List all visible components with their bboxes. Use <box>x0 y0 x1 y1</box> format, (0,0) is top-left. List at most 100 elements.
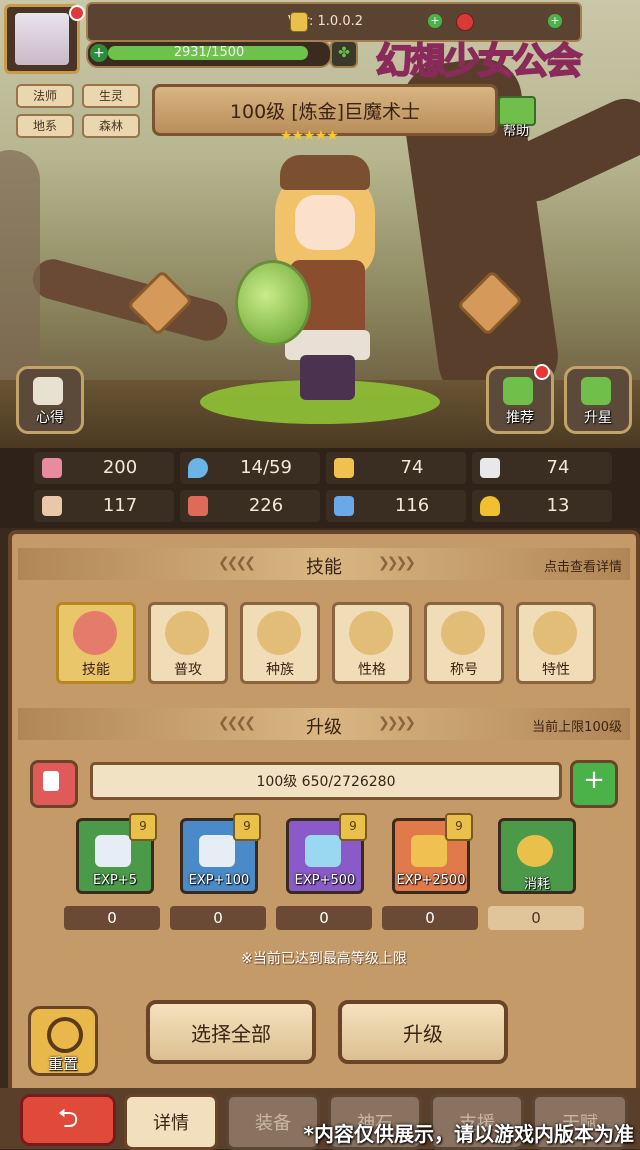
avatar-portrait <box>15 13 69 65</box>
skills-title: 技能 <box>306 557 342 578</box>
hero-sprite[interactable] <box>235 150 405 400</box>
item-count: 0 <box>276 906 372 930</box>
wing-icon <box>480 458 500 478</box>
item-badge: 9 <box>233 813 261 841</box>
refresh-icon <box>47 1017 83 1053</box>
select-all-label: 选择全部 <box>191 1022 271 1046</box>
level-progress-bar: 100级 650/2726280 <box>90 762 562 800</box>
stat-value: 116 <box>394 495 430 516</box>
skill-button-skill[interactable]: 技能 <box>56 602 136 684</box>
clover-icon[interactable]: ✤ <box>330 40 358 68</box>
select-all-button[interactable]: 选择全部 <box>146 1000 316 1064</box>
item-badge: 9 <box>445 813 473 841</box>
thumbs-up-icon <box>503 377 533 405</box>
stat-mp: 14/59 <box>180 452 320 484</box>
coin-icon <box>290 12 308 32</box>
chevron-right-icon: ❯❯❯❯ <box>378 715 416 731</box>
cost-count: 0 <box>488 906 584 930</box>
upgrade-button[interactable]: 升级 <box>338 1000 508 1064</box>
item-count: 0 <box>170 906 266 930</box>
level-cap-text: 当前上限100级 <box>532 720 622 735</box>
skill-button-attack[interactable]: 普攻 <box>148 602 228 684</box>
help-label: 帮助 <box>502 124 529 139</box>
tab-label: 详情 <box>153 1113 189 1134</box>
bottom-tab-bar: ⮌ 详情 装备 神石 支援 天赋 *内容仅供展示，请以游戏内版本为准 <box>0 1088 640 1150</box>
book-icon <box>188 496 208 516</box>
recommend-notification-dot <box>534 364 550 380</box>
white-crystal-icon <box>95 835 131 867</box>
stat-value: 14/59 <box>240 457 292 478</box>
upgrade-header: ❮❮❮❮ 升级 ❯❯❯❯ 当前上限100级 <box>18 708 630 740</box>
tag-race: 生灵 <box>82 84 140 108</box>
back-arrow-icon: ⮌ <box>57 1104 79 1134</box>
exp-text: 2931/1500 <box>173 45 245 60</box>
skills-header: ❮❮❮❮ 技能 ❯❯❯❯ 点击查看详情 <box>18 548 630 580</box>
tag-element: 地系 <box>16 114 74 138</box>
tab-details[interactable]: 详情 <box>124 1094 218 1150</box>
notification-dot <box>69 5 85 21</box>
reset-label: 重置 <box>47 1055 78 1073</box>
horseshoe-icon <box>480 496 500 516</box>
tag-class: 法师 <box>16 84 74 108</box>
star-up-button[interactable]: 升星 <box>564 366 632 434</box>
insight-label: 心得 <box>36 410 64 426</box>
detail-panel: ❮❮❮❮ 技能 ❯❯❯❯ 点击查看详情 技能 普攻 种族 性格 称号 特性 ❮❮… <box>8 530 640 1096</box>
skill-label: 技能 <box>82 662 110 678</box>
player-avatar[interactable] <box>4 4 85 74</box>
blue-crystal-icon <box>199 835 235 867</box>
back-button[interactable]: ⮌ <box>20 1094 116 1146</box>
gold-ingot-icon <box>411 835 447 867</box>
exp-item-5[interactable]: 9 EXP+5 <box>76 813 157 894</box>
stat-hp: 200 <box>34 452 174 484</box>
stat-speed: 74 <box>472 452 612 484</box>
exp-item-2500[interactable]: 9 EXP+2500 <box>392 813 473 894</box>
reset-button[interactable]: 重置 <box>28 1006 98 1076</box>
insight-button[interactable]: 心得 <box>16 366 84 434</box>
hero-stars: ★★★★★ <box>280 128 339 144</box>
crown-icon <box>257 611 301 655</box>
skill-button-race[interactable]: 种族 <box>240 602 320 684</box>
recommend-label: 推荐 <box>506 410 534 426</box>
purple-crystal-icon <box>305 835 341 867</box>
level-up-plus-button[interactable]: + <box>570 760 618 808</box>
fist-icon <box>42 496 62 516</box>
stat-value: 226 <box>248 495 284 516</box>
hero-face <box>295 195 355 250</box>
disclaimer-text: *内容仅供展示，请以游戏内版本为准 <box>303 1122 634 1146</box>
skill-button-personality[interactable]: 性格 <box>332 602 412 684</box>
skill-button-trait[interactable]: 特性 <box>516 602 596 684</box>
level-down-button[interactable] <box>30 760 78 808</box>
skill-label: 特性 <box>542 662 570 678</box>
hero-title: 100级 [炼金]巨魔术士 <box>229 101 421 123</box>
skill-button-title[interactable]: 称号 <box>424 602 504 684</box>
stat-value: 13 <box>546 495 570 516</box>
stat-magic: 226 <box>180 490 320 522</box>
item-count: 0 <box>382 906 478 930</box>
skills-detail-link[interactable]: 点击查看详情 <box>544 556 622 575</box>
stat-luck: 13 <box>472 490 612 522</box>
item-badge: 9 <box>339 813 367 841</box>
skill-label: 种族 <box>266 662 294 678</box>
help-button[interactable]: 帮助 <box>492 96 540 139</box>
stat-defense: 74 <box>326 452 466 484</box>
scroll-icon <box>334 496 354 516</box>
plus-icon: + <box>583 765 605 795</box>
stat-resist: 116 <box>326 490 466 522</box>
skill-label: 称号 <box>450 662 478 678</box>
hero-legs <box>300 355 355 400</box>
stats-panel: 200 14/59 74 74 117 226 116 13 <box>0 448 640 528</box>
item-label: EXP+500 <box>294 873 356 888</box>
stat-value: 74 <box>400 457 424 478</box>
level-progress-text: 100级 650/2726280 <box>256 774 396 790</box>
download-icon <box>43 771 59 791</box>
tag-terrain: 森林 <box>82 114 140 138</box>
potion-flask-icon <box>235 260 311 346</box>
item-label: 消耗 <box>523 877 550 892</box>
gold-coin-icon <box>517 835 553 867</box>
heart-icon <box>42 458 62 478</box>
item-label: EXP+2500 <box>396 873 466 888</box>
exp-item-500[interactable]: 9 EXP+500 <box>286 813 367 894</box>
exp-item-100[interactable]: 9 EXP+100 <box>180 813 261 894</box>
water-drop-icon <box>188 458 208 478</box>
item-label: EXP+5 <box>92 873 138 888</box>
